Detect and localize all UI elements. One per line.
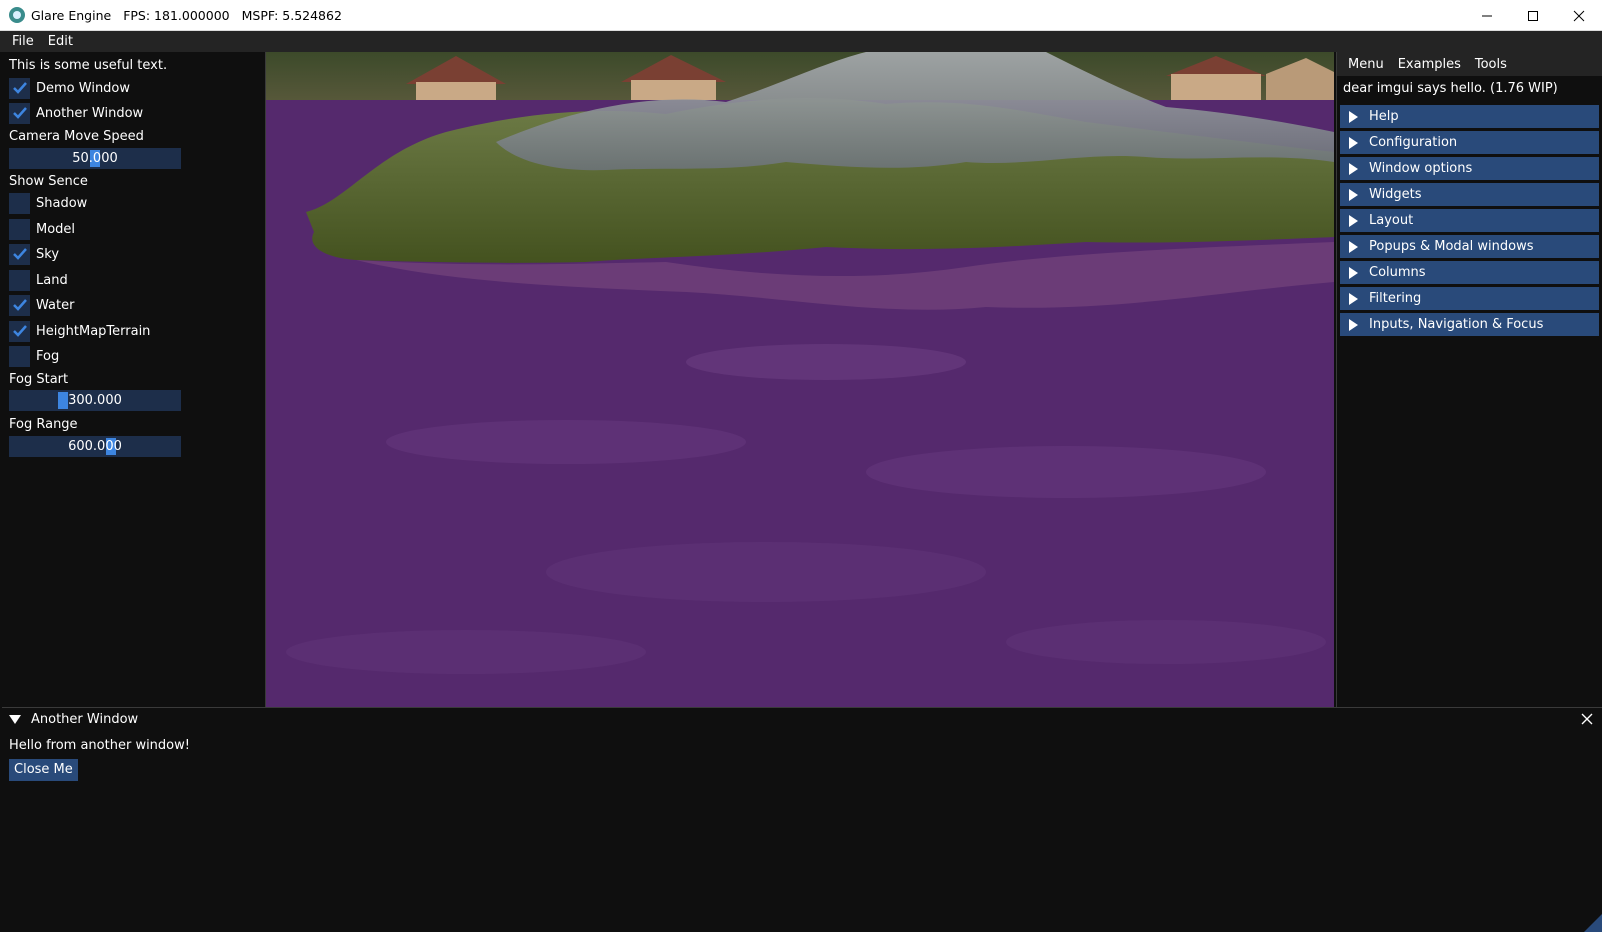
imgui-demo-panel: Menu Examples Tools dear imgui says hell… (1336, 52, 1602, 707)
shadow-checkbox[interactable]: Shadow (9, 192, 87, 214)
checkbox-label: Another Window (36, 105, 144, 121)
checkbox-box[interactable] (9, 345, 30, 367)
model-checkbox[interactable]: Model (9, 218, 75, 240)
checkmark-icon (12, 82, 27, 94)
header-columns[interactable]: Columns (1340, 261, 1599, 284)
collapsed-arrow-icon (1349, 188, 1358, 201)
checkmark-icon (12, 299, 27, 311)
checkbox-label: Fog (36, 348, 60, 364)
checkmark-icon (12, 325, 27, 337)
fps-readout: FPS: 181.000000 (123, 7, 230, 23)
header-layout[interactable]: Layout (1340, 209, 1599, 232)
scene-render (266, 52, 1334, 707)
close-icon (1573, 10, 1585, 21)
app-icon (9, 7, 25, 23)
slider-value: 50.000 (72, 151, 118, 166)
checkmark-icon (12, 107, 27, 119)
fog-range-label: Fog Range (9, 416, 78, 432)
collapsed-arrow-icon (1349, 110, 1358, 123)
collapse-arrow-icon[interactable] (9, 714, 21, 724)
checkbox-box[interactable] (9, 77, 30, 99)
another-window-checkbox[interactable]: Another Window (9, 102, 143, 124)
checkbox-label: Shadow (36, 195, 88, 211)
useful-text: This is some useful text. (9, 57, 168, 73)
land-checkbox[interactable]: Land (9, 269, 68, 291)
close-icon[interactable] (1580, 712, 1594, 726)
heightmap-terrain-checkbox[interactable]: HeightMapTerrain (9, 320, 150, 342)
header-widgets[interactable]: Widgets (1340, 183, 1599, 206)
collapsed-arrow-icon (1349, 136, 1358, 149)
close-me-button[interactable]: Close Me (9, 759, 78, 781)
header-configuration[interactable]: Configuration (1340, 131, 1599, 154)
header-window-options[interactable]: Window options (1340, 157, 1599, 180)
demo-menu-bar: Menu Examples Tools (1337, 52, 1602, 76)
checkmark-icon (12, 248, 27, 260)
header-filtering[interactable]: Filtering (1340, 287, 1599, 310)
checkbox-box[interactable] (9, 192, 30, 214)
menu-edit[interactable]: Edit (41, 34, 80, 49)
collapsed-arrow-icon (1349, 214, 1358, 227)
slider-value: 600.000 (68, 439, 122, 454)
sky-checkbox[interactable]: Sky (9, 243, 59, 265)
demo-menu-tools[interactable]: Tools (1469, 57, 1515, 72)
collapsed-arrow-icon (1349, 240, 1358, 253)
show-scene-label: Show Sence (9, 173, 88, 189)
another-window: Another Window Hello from another window… (2, 707, 1602, 932)
maximize-button[interactable] (1510, 0, 1556, 31)
another-window-title: Another Window (31, 711, 139, 727)
checkbox-label: Sky (36, 246, 60, 262)
scene-viewport[interactable] (266, 52, 1334, 707)
header-popups[interactable]: Popups & Modal windows (1340, 235, 1599, 258)
collapsed-arrow-icon (1349, 162, 1358, 175)
minimize-button[interactable] (1464, 0, 1510, 31)
fog-checkbox[interactable]: Fog (9, 345, 59, 367)
checkbox-box[interactable] (9, 102, 30, 124)
app-title: Glare Engine (31, 7, 112, 23)
demo-hello-text: dear imgui says hello. (1.76 WIP) (1343, 81, 1558, 96)
menu-file[interactable]: File (0, 34, 41, 49)
collapsed-arrow-icon (1349, 318, 1358, 331)
minimize-icon (1482, 15, 1492, 16)
fog-range-slider[interactable]: 600.000 (9, 436, 181, 457)
header-help[interactable]: Help (1340, 105, 1599, 128)
slider-value: 300.000 (68, 393, 122, 408)
demo-window-checkbox[interactable]: Demo Window (9, 77, 130, 99)
checkbox-label: Demo Window (36, 80, 131, 96)
maximize-icon (1528, 10, 1538, 21)
checkbox-label: Water (36, 297, 75, 313)
checkbox-box[interactable] (9, 218, 30, 240)
fog-start-slider[interactable]: 300.000 (9, 390, 181, 411)
checkbox-label: Model (36, 221, 76, 237)
checkbox-label: Land (36, 272, 68, 288)
collapsed-arrow-icon (1349, 292, 1358, 305)
water-checkbox[interactable]: Water (9, 294, 74, 316)
window-titlebar[interactable]: Glare Engine FPS: 181.000000 MSPF: 5.524… (0, 0, 1602, 31)
settings-panel: This is some useful text. Demo Window An… (2, 52, 266, 707)
collapsed-arrow-icon (1349, 266, 1358, 279)
resize-grip[interactable] (1584, 914, 1602, 932)
camera-speed-label: Camera Move Speed (9, 128, 144, 144)
camera-speed-slider[interactable]: 50.000 (9, 148, 181, 169)
checkbox-box[interactable] (9, 320, 30, 342)
checkbox-box[interactable] (9, 243, 30, 265)
demo-menu-examples[interactable]: Examples (1392, 57, 1469, 72)
close-button[interactable] (1556, 0, 1602, 31)
another-window-text: Hello from another window! (9, 738, 190, 753)
checkbox-label: HeightMapTerrain (36, 323, 151, 339)
checkbox-box[interactable] (9, 294, 30, 316)
checkbox-box[interactable] (9, 269, 30, 291)
another-window-titlebar[interactable]: Another Window (2, 708, 1602, 730)
header-inputs-navigation[interactable]: Inputs, Navigation & Focus (1340, 313, 1599, 336)
mspf-readout: MSPF: 5.524862 (241, 7, 342, 23)
demo-menu-menu[interactable]: Menu (1337, 57, 1392, 72)
main-menu-bar: File Edit (0, 31, 1602, 52)
fog-start-label: Fog Start (9, 371, 69, 387)
